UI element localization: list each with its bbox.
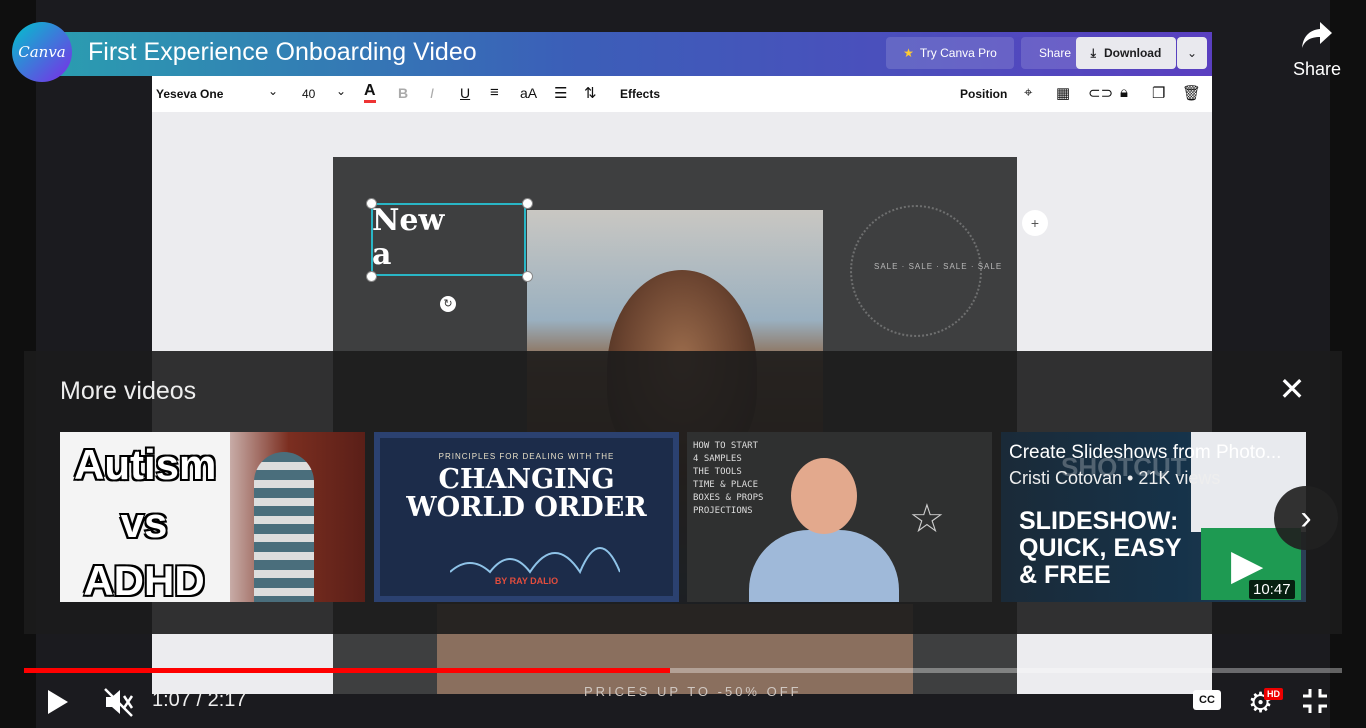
lock-icon: 🔒︎ xyxy=(1120,84,1128,101)
person-body-shape xyxy=(749,530,899,602)
hd-badge: HD xyxy=(1264,688,1283,700)
paint-format-icon: ⌖ xyxy=(1024,84,1033,101)
close-icon[interactable]: ✕ xyxy=(1278,373,1306,405)
related-video-meta: Cristi Cotovan • 21K views xyxy=(1009,468,1221,488)
share-arrow-icon xyxy=(1302,22,1332,48)
canva-download-button: ⤓ Download xyxy=(1076,37,1176,69)
related-video-title: Create Slideshows from Photo... xyxy=(1009,442,1282,463)
player-controls: 1:07 / 2:17 CC ⚙ HD xyxy=(0,676,1366,728)
bouncing-arcs-illustration xyxy=(450,547,620,574)
next-videos-button[interactable]: › xyxy=(1274,486,1338,550)
video-thumbnail-2[interactable]: PRINCIPLES FOR DEALING WITH THE CHANGING… xyxy=(374,432,679,602)
list-icon: ☰ xyxy=(554,85,568,102)
channel-avatar[interactable]: Canva xyxy=(12,22,72,82)
effects-button: Effects xyxy=(620,87,661,101)
textbox-content: New a xyxy=(372,203,445,272)
more-videos-panel: More videos ✕ Autism vs ADHD PRINCIPLES … xyxy=(24,351,1342,634)
download-icon: ⤓ xyxy=(1090,45,1096,60)
video-thumbnail-3[interactable]: HOW TO START 4 SAMPLES THE TOOLS TIME & … xyxy=(687,432,992,602)
captions-button[interactable]: CC xyxy=(1193,690,1221,710)
captions-icon: CC xyxy=(1193,690,1221,710)
align-icon: ≡ xyxy=(490,84,499,101)
resize-handle xyxy=(366,198,377,209)
position-button: Position xyxy=(960,87,1008,101)
bold-icon: B xyxy=(398,85,409,101)
underline-icon: U xyxy=(460,85,471,101)
resize-handle xyxy=(522,198,533,209)
spacing-icon: ⇅ xyxy=(584,85,597,102)
star-icon: ★ xyxy=(903,46,914,60)
chalkboard-notes: HOW TO START 4 SAMPLES THE TOOLS TIME & … xyxy=(693,441,764,516)
resize-handle xyxy=(366,271,377,282)
volume-muted-icon xyxy=(104,688,134,717)
duplicate-icon: ❐ xyxy=(1152,85,1166,102)
more-videos-title: More videos xyxy=(60,377,197,405)
text-case-icon: aA xyxy=(520,85,538,101)
chevron-down-icon: ⌄ xyxy=(336,84,347,98)
time-display: 1:07 / 2:17 xyxy=(152,689,247,711)
exit-fullscreen-icon xyxy=(1303,689,1327,713)
sale-text: SALE · SALE · SALE · SALE xyxy=(874,262,1003,271)
add-comment-icon: + xyxy=(1022,210,1048,236)
mute-button[interactable] xyxy=(102,686,136,723)
star-drawing-icon: ☆ xyxy=(909,497,945,541)
video-thumbnail-1[interactable]: Autism vs ADHD xyxy=(60,432,365,602)
resize-handle xyxy=(522,271,533,282)
link-icon: ⊂⊃ xyxy=(1088,85,1114,102)
transparency-icon: ▦ xyxy=(1056,85,1071,102)
share-button[interactable]: Share xyxy=(1290,20,1344,80)
font-size-select: 40 xyxy=(302,87,316,101)
play-icon xyxy=(48,690,68,714)
try-canva-pro-button: ★ Try Canva Pro xyxy=(886,37,1014,69)
exit-fullscreen-button[interactable] xyxy=(1300,686,1330,721)
play-button[interactable] xyxy=(44,688,70,721)
settings-button[interactable]: ⚙ HD xyxy=(1248,686,1283,719)
man-shape xyxy=(254,452,314,602)
rotate-icon: ↻ xyxy=(440,296,456,312)
chevron-right-icon: › xyxy=(1300,498,1312,537)
canva-download-dropdown: ⌄ xyxy=(1177,37,1207,69)
progress-bar[interactable] xyxy=(24,668,1342,673)
canva-toolbar: Yeseva One ⌄ 40 ⌄ A B I U ≡ aA ☰ ⇅ Effec… xyxy=(152,76,1212,113)
person-face-shape xyxy=(791,458,857,534)
trash-icon: 🗑︎ xyxy=(1182,85,1202,102)
text-color-icon: A xyxy=(364,82,376,103)
italic-icon: I xyxy=(430,85,434,101)
progress-played xyxy=(24,668,670,673)
video-thumbnail-4[interactable]: SHOTCUT Create Slideshows from Photo... … xyxy=(1001,432,1306,602)
chevron-down-icon: ⌄ xyxy=(1186,46,1198,60)
duration-badge: 10:47 xyxy=(1249,580,1295,599)
video-title[interactable]: First Experience Onboarding Video xyxy=(88,38,477,67)
font-family-select: Yeseva One xyxy=(156,87,224,101)
chevron-down-icon: ⌄ xyxy=(268,84,279,98)
